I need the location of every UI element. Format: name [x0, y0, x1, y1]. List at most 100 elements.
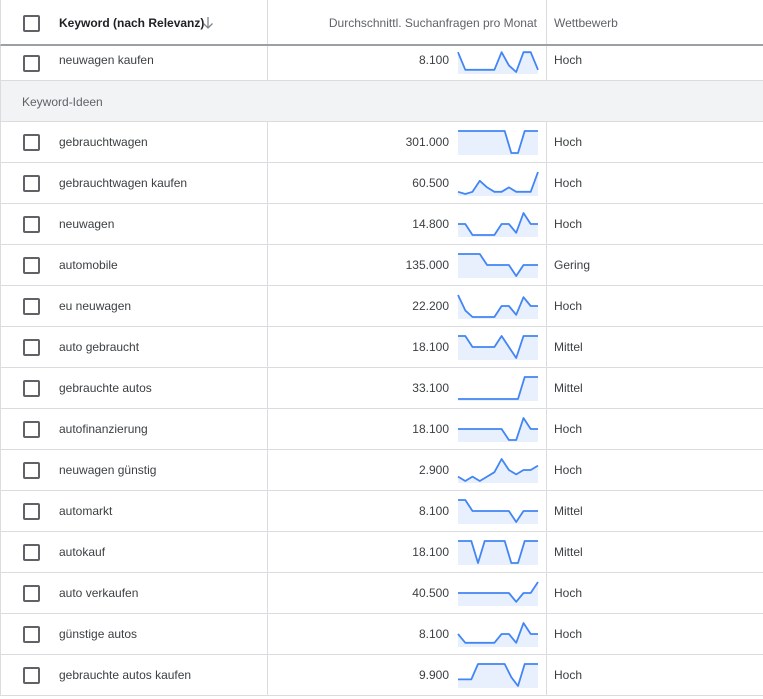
- competition-value: Hoch: [554, 586, 583, 600]
- search-volume: 18.100: [412, 340, 449, 354]
- column-divider: [546, 655, 547, 695]
- search-volume: 18.100: [412, 422, 449, 436]
- table-row[interactable]: neuwagen günstig 2.900 Hoch: [0, 450, 763, 491]
- table-row[interactable]: günstige autos 8.100 Hoch: [0, 614, 763, 655]
- table-row[interactable]: auto verkaufen 40.500 Hoch: [0, 573, 763, 614]
- table-row[interactable]: autofinanzierung 18.100 Hoch: [0, 409, 763, 450]
- search-volume: 33.100: [412, 381, 449, 395]
- table-row[interactable]: gebrauchte autos kaufen 9.900 Hoch: [0, 655, 763, 696]
- row-checkbox[interactable]: [23, 216, 40, 233]
- search-volume: 60.500: [412, 176, 449, 190]
- search-volume: 40.500: [412, 586, 449, 600]
- trend-sparkline: [458, 663, 538, 688]
- section-header: Keyword-Ideen: [0, 81, 763, 122]
- keyword-text: automobile: [59, 258, 118, 272]
- keyword-text: gebrauchte autos: [59, 381, 152, 395]
- row-checkbox[interactable]: [23, 503, 40, 520]
- row-checkbox[interactable]: [23, 626, 40, 643]
- trend-sparkline: [457, 622, 538, 647]
- trend-sparkline: [458, 499, 538, 524]
- trend-sparkline: [458, 130, 538, 155]
- competition-value: Hoch: [554, 176, 583, 190]
- column-divider: [267, 46, 268, 80]
- trend-sparkline: [458, 581, 539, 606]
- trend-sparkline: [457, 458, 539, 483]
- column-divider: [267, 245, 268, 285]
- table-row[interactable]: gebrauchte autos 33.100 Mittel: [0, 368, 763, 409]
- competition-value: Hoch: [554, 627, 583, 641]
- competition-value: Hoch: [554, 53, 583, 67]
- keyword-text: neuwagen kaufen: [59, 53, 154, 67]
- column-divider: [546, 409, 547, 449]
- row-checkbox[interactable]: [23, 585, 40, 602]
- column-divider: [267, 450, 268, 490]
- trend-sparkline: [458, 540, 538, 565]
- searches-column-header[interactable]: Durchschnittl. Suchanfragen pro Monat: [329, 16, 537, 30]
- competition-value: Hoch: [554, 463, 583, 477]
- column-divider: [546, 491, 547, 531]
- sparkline-area: [458, 541, 538, 565]
- row-checkbox[interactable]: [23, 134, 40, 151]
- column-divider: [267, 573, 268, 613]
- column-divider: [546, 368, 547, 408]
- competition-value: Hoch: [554, 135, 583, 149]
- row-checkbox[interactable]: [23, 544, 40, 561]
- row-checkbox[interactable]: [23, 257, 40, 274]
- column-divider: [546, 46, 547, 80]
- keyword-text: gebrauchtwagen kaufen: [59, 176, 188, 190]
- competition-value: Mittel: [554, 545, 583, 559]
- table-row[interactable]: neuwagen 14.800 Hoch: [0, 204, 763, 245]
- trend-sparkline: [457, 51, 539, 74]
- trend-sparkline: [458, 335, 538, 360]
- column-divider: [267, 327, 268, 367]
- select-all-checkbox[interactable]: [23, 15, 40, 32]
- column-divider: [267, 286, 268, 326]
- row-checkbox[interactable]: [23, 462, 40, 479]
- column-divider: [267, 409, 268, 449]
- table-row[interactable]: gebrauchtwagen kaufen 60.500 Hoch: [0, 163, 763, 204]
- table-row[interactable]: eu neuwagen 22.200 Hoch: [0, 286, 763, 327]
- column-divider: [546, 573, 547, 613]
- table-row[interactable]: auto gebraucht 18.100 Mittel: [0, 327, 763, 368]
- column-divider: [546, 450, 547, 490]
- sparkline-area: [458, 131, 538, 155]
- competition-value: Hoch: [554, 422, 583, 436]
- column-divider: [267, 614, 268, 654]
- section-label: Keyword-Ideen: [22, 95, 103, 109]
- competition-column-header[interactable]: Wettbewerb: [554, 16, 618, 30]
- row-checkbox[interactable]: [23, 380, 40, 397]
- table-row[interactable]: neuwagen kaufen 8.100 Hoch: [0, 46, 763, 81]
- trend-sparkline: [457, 294, 538, 319]
- table-row[interactable]: automarkt 8.100 Mittel: [0, 491, 763, 532]
- column-divider: [546, 204, 547, 244]
- column-divider: [267, 532, 268, 572]
- sparkline-line: [457, 171, 539, 195]
- sparkline-area: [458, 500, 538, 524]
- column-divider: [267, 655, 268, 695]
- search-volume: 14.800: [412, 217, 449, 231]
- column-divider: [546, 286, 547, 326]
- row-checkbox[interactable]: [23, 667, 40, 684]
- row-checkbox[interactable]: [23, 175, 40, 192]
- trend-sparkline: [458, 417, 538, 442]
- table-row[interactable]: gebrauchtwagen 301.000 Hoch: [0, 122, 763, 163]
- keyword-column-header[interactable]: Keyword (nach Relevanz): [59, 16, 204, 30]
- row-checkbox[interactable]: [23, 421, 40, 438]
- sparkline-area: [458, 254, 538, 278]
- search-volume: 8.100: [418, 504, 449, 518]
- table-row[interactable]: autokauf 18.100 Mittel: [0, 532, 763, 573]
- search-volume: 22.200: [412, 299, 449, 313]
- trend-sparkline: [457, 171, 539, 196]
- table-row[interactable]: automobile 135.000 Gering: [0, 245, 763, 286]
- keyword-text: auto gebraucht: [59, 340, 140, 354]
- keyword-text: autokauf: [59, 545, 106, 559]
- column-divider: [546, 163, 547, 203]
- keyword-text: auto verkaufen: [59, 586, 139, 600]
- competition-value: Mittel: [554, 381, 583, 395]
- row-checkbox[interactable]: [23, 298, 40, 315]
- arrow-down-icon[interactable]: [202, 16, 214, 30]
- competition-value: Gering: [554, 258, 591, 272]
- column-divider: [546, 614, 547, 654]
- row-checkbox[interactable]: [23, 55, 40, 72]
- row-checkbox[interactable]: [23, 339, 40, 356]
